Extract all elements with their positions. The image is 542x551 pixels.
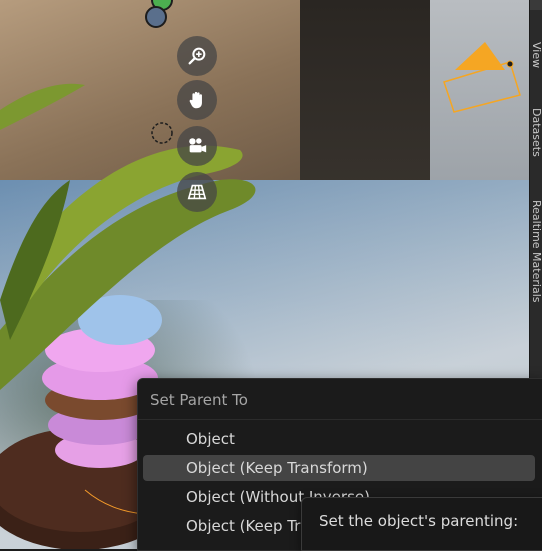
sidebar-tab-view[interactable]: View [530, 42, 542, 87]
camera-view-button[interactable] [177, 126, 217, 166]
sidebar-tab-datasets[interactable]: Datasets [530, 108, 542, 178]
menu-divider [138, 419, 542, 420]
tooltip-text: Set the object's parenting: [319, 512, 519, 530]
hand-pan-icon [189, 91, 202, 109]
sidebar-tab-realtime-materials[interactable]: Realtime Materials [530, 200, 542, 350]
grid-perspective-icon [187, 184, 207, 200]
menu-item-object-keep-transform[interactable]: Object (Keep Transform) [143, 455, 535, 481]
tooltip: Set the object's parenting: [301, 497, 542, 551]
menu-title: Set Parent To [150, 391, 248, 409]
sidebar-tab-tool[interactable] [530, 0, 542, 10]
zoom-button[interactable] [177, 36, 217, 76]
zoom-magnifier-icon [188, 47, 206, 65]
pan-button[interactable] [177, 80, 217, 120]
perspective-toggle-button[interactable] [177, 172, 217, 212]
menu-item-object[interactable]: Object [143, 426, 535, 452]
camera-view-icon [189, 138, 207, 153]
